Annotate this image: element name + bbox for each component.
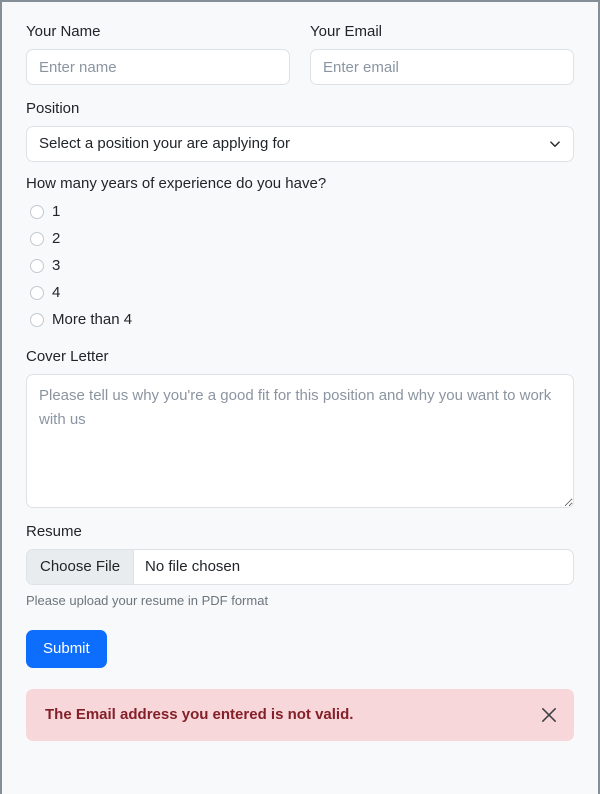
position-select-wrapper: Select a position your are applying for	[26, 126, 574, 162]
experience-question: How many years of experience do you have…	[26, 175, 327, 192]
error-alert-message: The Email address you entered is not val…	[45, 706, 354, 723]
resume-field-group: Resume Choose File No file chosen Please…	[26, 522, 574, 610]
name-field-group: Your Name	[26, 22, 290, 85]
cover-letter-label: Cover Letter	[26, 348, 109, 365]
resume-label: Resume	[26, 523, 82, 540]
position-field-group: Position Select a position your are appl…	[26, 99, 574, 162]
experience-radio-group: 1 2 3 4 More than 4	[26, 198, 574, 333]
cover-letter-textarea[interactable]	[26, 374, 574, 508]
name-input[interactable]	[26, 49, 290, 85]
radio-icon[interactable]	[30, 312, 44, 327]
position-select-value: Select a position your are applying for	[39, 135, 290, 152]
radio-icon[interactable]	[30, 204, 44, 219]
position-select[interactable]: Select a position your are applying for	[26, 126, 574, 162]
experience-option-label: 2	[52, 229, 61, 247]
email-input[interactable]	[310, 49, 574, 85]
submit-button[interactable]: Submit	[26, 630, 107, 668]
experience-option-label: 1	[52, 202, 61, 220]
experience-option-label: More than 4	[52, 310, 133, 328]
radio-icon[interactable]	[30, 285, 44, 300]
close-icon[interactable]	[540, 706, 558, 724]
cover-letter-field-group: Cover Letter	[26, 347, 574, 508]
experience-option-label: 3	[52, 256, 61, 274]
position-label: Position	[26, 100, 80, 117]
experience-option-3[interactable]: 3	[26, 252, 574, 279]
experience-field-group: How many years of experience do you have…	[26, 174, 574, 333]
experience-option-4[interactable]: 4	[26, 279, 574, 306]
error-alert: The Email address you entered is not val…	[26, 689, 574, 741]
name-label: Your Name	[26, 23, 101, 40]
radio-icon[interactable]	[30, 258, 44, 273]
experience-option-5[interactable]: More than 4	[26, 306, 574, 333]
choose-file-button[interactable]: Choose File	[27, 550, 135, 584]
file-status-text: No file chosen	[145, 558, 241, 575]
resume-help-text: Please upload your resume in PDF format	[26, 593, 269, 608]
application-form: Your Name Your Email Position Select a p…	[2, 2, 598, 741]
name-email-row: Your Name Your Email	[26, 22, 574, 85]
experience-option-2[interactable]: 2	[26, 225, 574, 252]
application-form-card: Your Name Your Email Position Select a p…	[0, 0, 600, 794]
radio-icon[interactable]	[30, 231, 44, 246]
experience-option-label: 4	[52, 283, 61, 301]
email-field-group: Your Email	[310, 22, 574, 85]
experience-option-1[interactable]: 1	[26, 198, 574, 225]
resume-file-input[interactable]: Choose File No file chosen	[26, 549, 574, 585]
email-label: Your Email	[310, 23, 382, 40]
